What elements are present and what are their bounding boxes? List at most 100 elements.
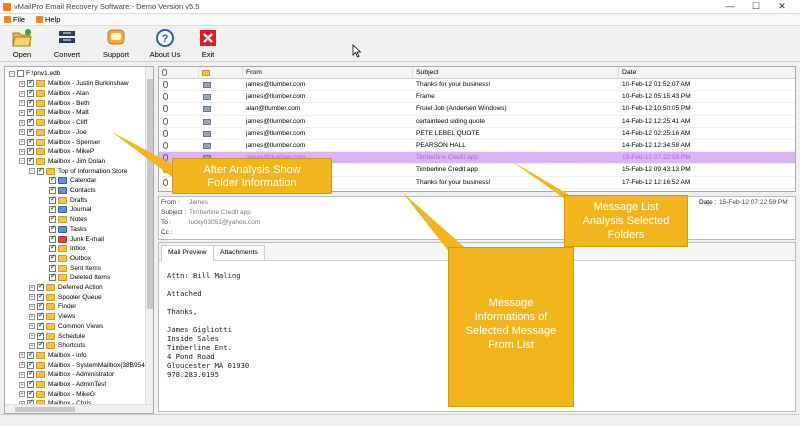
expand-icon[interactable]: + [19, 90, 25, 97]
exit-button[interactable]: Exit [196, 28, 220, 60]
menu-help[interactable]: Help [36, 15, 60, 24]
expand-icon[interactable]: + [29, 294, 35, 301]
tree-item[interactable]: Contacts [49, 185, 96, 196]
table-row[interactable]: alan@tlumber.com Fruiel Job (Andersen Win… [159, 103, 795, 116]
tree-checkbox[interactable] [37, 340, 44, 350]
tree-checkbox[interactable] [49, 195, 56, 204]
tree-item[interactable]: − Mailbox - Jim Dolan [19, 156, 105, 167]
close-button[interactable]: ✕ [772, 0, 792, 14]
expand-icon[interactable]: + [29, 323, 35, 330]
convert-button[interactable]: Convert [50, 28, 84, 60]
table-row[interactable]: james@tlumber.com PETE LEBEL QUOTE 14-Feb-… [159, 128, 795, 140]
tree-checkbox[interactable] [37, 301, 44, 311]
expand-icon[interactable]: + [19, 100, 25, 107]
expand-icon[interactable]: + [19, 109, 25, 116]
tree-item[interactable]: Deleted Items [49, 272, 110, 283]
tree-checkbox[interactable] [27, 98, 34, 107]
tab-attachments[interactable]: Attachments [213, 245, 265, 261]
folder-tree[interactable]: − F:\pnv1.edb + Mailbox - Justin Burkinsh… [4, 66, 154, 414]
expand-icon[interactable]: + [19, 381, 25, 388]
tree-checkbox[interactable] [49, 175, 56, 185]
tree-checkbox[interactable] [27, 117, 34, 127]
expand-icon[interactable]: + [29, 342, 35, 349]
tree-item[interactable]: + Mailbox - Justin Burkinshaw [19, 78, 129, 89]
expand-icon[interactable]: + [19, 371, 25, 378]
tree-checkbox[interactable] [37, 311, 44, 321]
tree-checkbox[interactable] [37, 282, 44, 292]
tree-checkbox[interactable] [37, 166, 44, 175]
collapse-icon[interactable]: − [29, 168, 35, 175]
expand-icon[interactable]: + [29, 303, 35, 310]
type-column-header[interactable] [199, 67, 243, 79]
tree-checkbox[interactable] [49, 224, 56, 233]
tree-item[interactable]: Junk E-mail [49, 234, 104, 244]
tab-mail-preview[interactable]: Mail Preview [161, 245, 214, 261]
tree-checkbox[interactable] [49, 234, 56, 243]
attachment-column-header[interactable] [159, 67, 199, 79]
expand-icon[interactable]: + [19, 129, 25, 136]
expand-icon[interactable]: + [19, 80, 25, 87]
tree-checkbox[interactable] [37, 292, 44, 301]
tree-item[interactable]: Calendar [49, 175, 96, 186]
tree-checkbox[interactable] [27, 379, 34, 389]
tree-checkbox[interactable] [27, 78, 34, 88]
table-row[interactable]: james@tlumber.com PEARSON HALL 14-Feb-12 1… [159, 140, 795, 153]
tree-checkbox[interactable] [49, 214, 56, 224]
about-us-button[interactable]: ? About Us [148, 28, 182, 60]
mail-body-line [167, 316, 249, 325]
tree-item[interactable]: − Top of Information Store [29, 166, 127, 176]
tree-checkbox[interactable] [49, 204, 56, 214]
table-row[interactable]: james@tlumber.com Frame 10-Feb-12 05:15:43… [159, 91, 795, 104]
collapse-icon[interactable]: − [9, 70, 15, 77]
open-button[interactable]: Open [6, 28, 38, 60]
tree-checkbox[interactable] [27, 127, 34, 136]
tree-checkbox[interactable] [27, 350, 34, 359]
menu-file[interactable]: File [4, 15, 25, 24]
expand-icon[interactable]: + [19, 352, 25, 359]
scroll-thumb[interactable] [147, 79, 153, 309]
expand-icon[interactable]: + [29, 333, 35, 340]
tree-checkbox[interactable] [27, 369, 34, 379]
maximize-button[interactable]: ☐ [746, 0, 766, 14]
tree-checkbox[interactable] [37, 331, 44, 340]
collapse-icon[interactable]: − [19, 158, 25, 165]
tree-checkbox[interactable] [49, 253, 56, 262]
tree-checkbox[interactable] [27, 88, 34, 98]
expand-icon[interactable]: + [19, 391, 25, 398]
tree-checkbox[interactable] [17, 70, 24, 78]
tree-vertical-scrollbar[interactable] [145, 67, 153, 405]
tree-checkbox[interactable] [27, 146, 34, 156]
scroll-thumb[interactable] [15, 407, 75, 412]
tree-checkbox[interactable] [27, 156, 34, 165]
tree-checkbox[interactable] [49, 263, 56, 272]
tree-checkbox[interactable] [49, 272, 56, 282]
expand-icon[interactable]: + [19, 119, 25, 126]
from-column-header[interactable]: From [243, 67, 413, 79]
tree-item[interactable]: + Shortcuts [29, 340, 85, 351]
tree-item[interactable]: + Finder [29, 301, 76, 312]
minimize-button[interactable]: — [720, 0, 740, 14]
tree-item[interactable]: Sent Items [49, 263, 101, 273]
tree-checkbox[interactable] [49, 243, 56, 253]
table-row[interactable]: james@tlumber.com Thanks for your busines… [159, 79, 795, 92]
tree-checkbox[interactable] [49, 185, 56, 195]
tree-checkbox[interactable] [27, 360, 34, 369]
support-button[interactable]: Support [100, 28, 132, 60]
expand-icon[interactable]: + [29, 313, 35, 320]
table-row[interactable]: james@tlumber.com certainteed siding quot… [159, 116, 795, 128]
tree-checkbox[interactable] [27, 107, 34, 117]
subject-column-header[interactable]: Subject [413, 67, 619, 79]
expand-icon[interactable]: + [19, 139, 25, 146]
tree-checkbox[interactable] [27, 137, 34, 146]
date-column-header[interactable]: Date [619, 67, 795, 79]
tree-horizontal-scrollbar[interactable] [5, 404, 153, 413]
expand-icon[interactable]: + [29, 284, 35, 291]
tree-root[interactable]: − F:\pnv1.edb [9, 69, 60, 79]
tree-item[interactable]: + Views [29, 311, 75, 322]
from-cell: james@tlumber.com [246, 81, 306, 88]
tree-checkbox[interactable] [37, 321, 44, 330]
expand-icon[interactable]: + [19, 362, 25, 369]
expand-icon[interactable]: + [19, 148, 25, 155]
tree-item[interactable]: + Mailbox - SystemMailbox{38B954E [19, 360, 149, 370]
tree-checkbox[interactable] [27, 389, 34, 398]
